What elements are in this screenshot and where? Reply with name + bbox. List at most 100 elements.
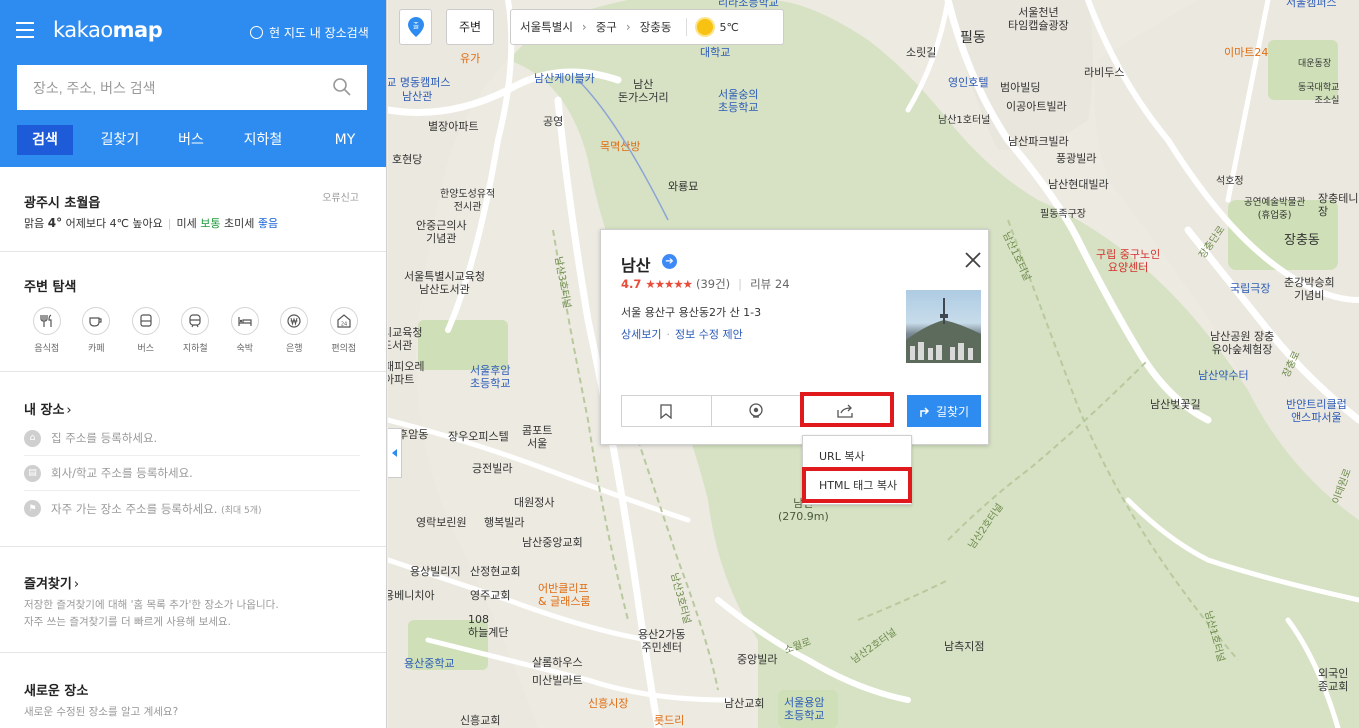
map-label[interactable]: 콤포트 서울: [522, 424, 552, 450]
map-label[interactable]: 남산벚꽃길: [1150, 398, 1201, 411]
map-label[interactable]: 서울용암 초등학교: [784, 696, 824, 722]
place-title[interactable]: 남산: [621, 252, 650, 276]
map-label[interactable]: 서울특별시교육청 남산도서관: [404, 270, 485, 296]
map-label[interactable]: 이마트24: [1224, 46, 1268, 59]
map-label[interactable]: 산정현교회: [470, 565, 521, 578]
edit-suggestion-link[interactable]: 정보 수정 제안: [675, 328, 743, 341]
sidebar-collapse-button[interactable]: [388, 428, 402, 478]
arrow-right-icon[interactable]: ➔: [662, 254, 677, 269]
category-lodging[interactable]: 숙박: [220, 307, 270, 354]
work-address-row[interactable]: ▤ 회사/학교 주소를 등록하세요.: [24, 456, 360, 491]
bookmark-button[interactable]: [622, 396, 712, 426]
map-label[interactable]: 춘강박승희 기념비: [1284, 276, 1335, 302]
map-label[interactable]: 범아빌딩: [1000, 81, 1040, 94]
tab-subway[interactable]: 지하철: [243, 125, 283, 155]
map-label[interactable]: 소릿길: [906, 46, 936, 59]
map-label[interactable]: 목멱산방: [600, 140, 640, 153]
map-label[interactable]: 영인호텔: [948, 76, 988, 89]
category-restaurant[interactable]: 음식점: [22, 307, 72, 354]
map-label[interactable]: 대원정사: [514, 496, 554, 509]
map-label[interactable]: 서울후암 초등학교: [470, 364, 510, 390]
place-photo[interactable]: [906, 290, 981, 363]
nearby-button[interactable]: 주변: [446, 9, 494, 45]
map-label[interactable]: 행복빌라: [484, 516, 524, 529]
category-bus[interactable]: 버스: [121, 307, 171, 354]
error-report-link[interactable]: 오류신고: [322, 189, 359, 204]
category-cafe[interactable]: 카페: [72, 307, 122, 354]
map-label[interactable]: 남산현대빌라: [1048, 178, 1109, 191]
breadcrumb-district[interactable]: 중구: [587, 19, 626, 35]
category-bank[interactable]: 은행: [270, 307, 320, 354]
close-icon[interactable]: [963, 250, 983, 270]
map-label[interactable]: 남산공원 장충 유아숲체험장: [1210, 330, 1274, 356]
map-label[interactable]: 후암동: [398, 428, 428, 441]
menu-icon[interactable]: [16, 22, 34, 38]
map-label[interactable]: 한양도성유적 전시관: [440, 188, 495, 214]
roadview-button[interactable]: [712, 396, 802, 426]
map-label[interactable]: 필동: [960, 31, 986, 45]
map-label[interactable]: 용베니치아: [388, 589, 435, 602]
map-label[interactable]: 대운동장: [1298, 58, 1331, 71]
map-label[interactable]: 동국대학교 조소실: [1298, 82, 1339, 108]
map-label[interactable]: 구립 중구노인 요양센터: [1096, 248, 1160, 274]
category-subway[interactable]: 지하철: [171, 307, 221, 354]
map-label[interactable]: 용산2가동 주민센터: [638, 628, 685, 654]
map-label[interactable]: 어반클리프 & 글래스룸: [538, 582, 591, 608]
map-label[interactable]: 남산교회: [724, 697, 764, 710]
my-places-title[interactable]: 내 장소 ›: [24, 399, 72, 418]
search-icon[interactable]: [332, 77, 352, 97]
map-label[interactable]: 서울캠퍼스: [1286, 0, 1337, 9]
map-label[interactable]: 신흥교회: [460, 714, 500, 727]
logo[interactable]: kakaomap: [53, 18, 163, 42]
map-label[interactable]: 시교육청 도서관: [388, 326, 422, 352]
map-label[interactable]: 와룡묘: [668, 180, 698, 193]
map-label[interactable]: 서울천년 타임캡슐광장: [1008, 6, 1069, 32]
tab-my[interactable]: MY: [333, 125, 357, 155]
map-label[interactable]: 영주교회: [470, 589, 510, 602]
map-label[interactable]: 이공아트빌라: [1006, 100, 1067, 113]
map-label[interactable]: 롯드리: [654, 714, 684, 727]
map-label[interactable]: 공영: [543, 115, 563, 128]
place-rating[interactable]: 4.7 ★★★★★ (39건) | 리뷰 24: [621, 276, 790, 292]
map-label[interactable]: 남산중앙교회: [522, 536, 583, 549]
map-label[interactable]: 남측지점: [944, 640, 984, 653]
tab-search[interactable]: 검색: [17, 125, 73, 155]
map-label[interactable]: 남산관: [402, 90, 432, 103]
map-label[interactable]: 장충테니스 장: [1318, 192, 1359, 218]
map-label[interactable]: 별장아파트: [428, 120, 479, 133]
breadcrumb-neighborhood[interactable]: 장충동: [631, 19, 681, 35]
map-label[interactable]: 남산1호터널: [938, 114, 990, 127]
map-label[interactable]: 남산약수터: [1198, 369, 1249, 382]
map-label[interactable]: 유가: [460, 52, 480, 65]
detail-link[interactable]: 상세보기: [621, 328, 661, 341]
breadcrumb-city[interactable]: 서울특별시: [511, 19, 582, 35]
map-label[interactable]: 신흥시장: [588, 697, 628, 710]
home-address-row[interactable]: ⌂ 집 주소를 등록하세요.: [24, 421, 360, 456]
frequent-place-row[interactable]: ⚑ 자주 가는 장소 주소를 등록하세요. (최대 5개): [24, 491, 360, 526]
map-label[interactable]: 필동족구장: [1040, 208, 1086, 221]
map-label[interactable]: 풍광빌라: [1056, 152, 1096, 165]
map-label[interactable]: 영락보린원: [416, 516, 467, 529]
map-label[interactable]: 서울숭의 초등학교: [718, 88, 758, 114]
map-canvas[interactable]: 대학교 명동캠퍼스 남산관 유가 남산케이블카 별장아파트 공영 남산 돈가스거…: [388, 0, 1359, 728]
map-label[interactable]: 국립극장: [1230, 282, 1270, 295]
tab-bus[interactable]: 버스: [177, 125, 205, 155]
map-label[interactable]: 라비두스: [1084, 66, 1124, 79]
map-label[interactable]: 108 하늘계단: [468, 613, 508, 639]
map-weather[interactable]: 5℃: [687, 19, 739, 35]
map-label[interactable]: 공연예술박물관 (휴업중): [1244, 196, 1305, 222]
search-input[interactable]: [17, 65, 367, 110]
map-label[interactable]: 반얀트리클럽 앤스파서울: [1286, 398, 1347, 424]
map-label[interactable]: 살롬하우스: [532, 656, 583, 669]
map-label[interactable]: 장우오피스텔: [448, 430, 509, 443]
map-label[interactable]: 안중근의사 기념관: [416, 219, 467, 245]
map-label[interactable]: 긍전빌라: [472, 462, 512, 475]
map-label[interactable]: 패피오레 아파트: [388, 360, 424, 386]
map-label[interactable]: 용산중학교: [404, 657, 455, 670]
map-label[interactable]: 중앙빌라: [737, 653, 777, 666]
directions-button[interactable]: 길찾기: [907, 395, 981, 427]
map-label[interactable]: 남산 돈가스거리: [618, 78, 669, 104]
map-label[interactable]: 호현당: [392, 153, 422, 166]
copy-url-item[interactable]: URL 복사: [819, 448, 865, 464]
map-area-search-toggle[interactable]: 현 지도 내 장소검색: [250, 24, 369, 41]
